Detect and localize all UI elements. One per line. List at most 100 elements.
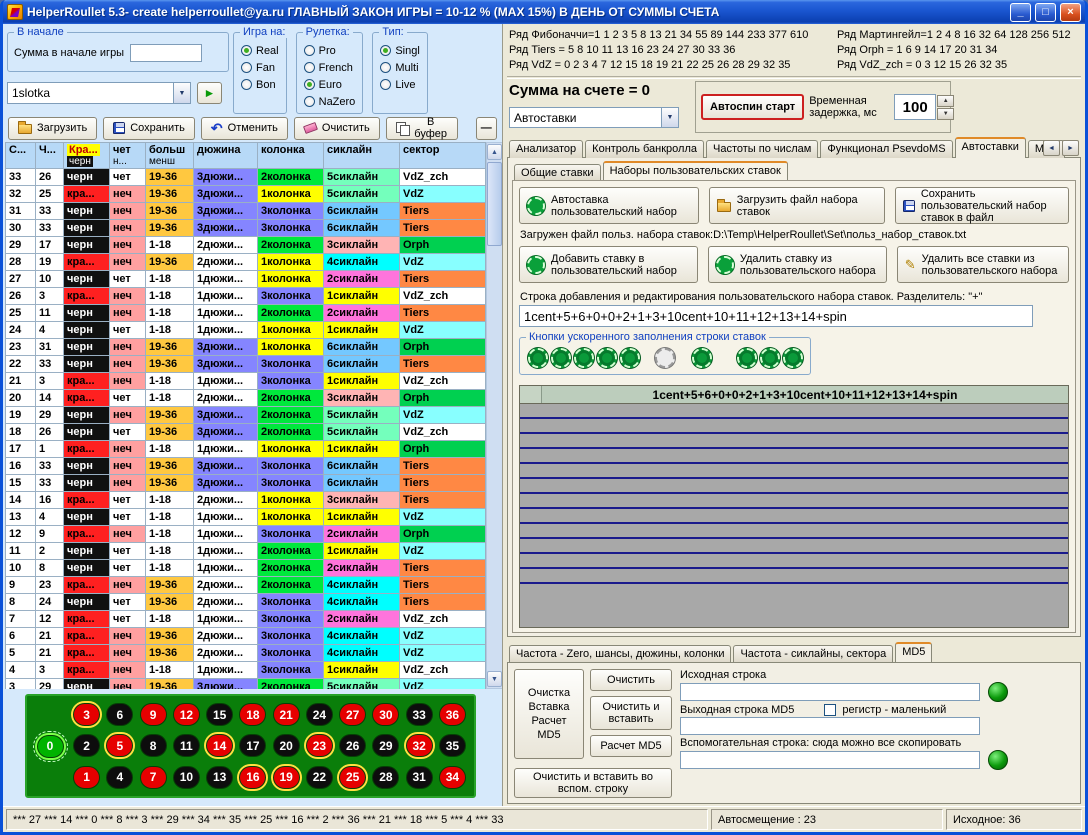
board-number-23[interactable]: 23 bbox=[306, 734, 333, 757]
action-button[interactable]: Сохранить пользовательский набор ставок … bbox=[895, 187, 1069, 224]
play-button[interactable]: ► bbox=[197, 82, 222, 104]
chip-button[interactable] bbox=[692, 348, 712, 368]
table-row[interactable]: 2511черннеч1-181дюжи...2колонка2сиклайнT… bbox=[6, 305, 486, 322]
table-row[interactable]: 1633черннеч19-363дюжи...3колонка6сиклайн… bbox=[6, 458, 486, 475]
main-tab[interactable]: Автоставки bbox=[955, 137, 1026, 158]
chip-button[interactable] bbox=[574, 348, 594, 368]
board-number-30[interactable]: 30 bbox=[372, 703, 399, 726]
radio-option[interactable]: Singl bbox=[380, 42, 419, 59]
column-header[interactable]: сиклайн bbox=[324, 143, 400, 169]
board-number-17[interactable]: 17 bbox=[239, 734, 266, 757]
column-header[interactable]: Кра...черн bbox=[64, 143, 110, 169]
table-row[interactable]: 2014кра...чет1-182дюжи...2колонка3сиклай… bbox=[6, 390, 486, 407]
board-number-20[interactable]: 20 bbox=[273, 734, 300, 757]
chip-button[interactable] bbox=[597, 348, 617, 368]
board-number-7[interactable]: 7 bbox=[140, 766, 167, 789]
scroll-up-icon[interactable]: ▲ bbox=[487, 144, 502, 160]
table-row[interactable]: 171кра...неч1-181дюжи...1колонка1сиклайн… bbox=[6, 441, 486, 458]
chip-button[interactable] bbox=[620, 348, 640, 368]
radio-option[interactable]: Fan bbox=[241, 59, 279, 76]
board-number-2[interactable]: 2 bbox=[73, 734, 100, 757]
board-number-21[interactable]: 21 bbox=[273, 703, 300, 726]
action-button[interactable]: Автоставка пользовательский набор bbox=[519, 187, 699, 224]
column-header[interactable]: Ч... bbox=[36, 143, 64, 169]
board-number-26[interactable]: 26 bbox=[339, 734, 366, 757]
action-button[interactable]: ✎Удалить все ставки из пользовательского… bbox=[897, 246, 1069, 283]
maximize-button[interactable]: □ bbox=[1035, 3, 1056, 22]
table-row[interactable]: 129кра...неч1-181дюжи...3колонка2сиклайн… bbox=[6, 526, 486, 543]
md5-aux-action-button[interactable] bbox=[988, 750, 1008, 770]
board-number-18[interactable]: 18 bbox=[239, 703, 266, 726]
table-row[interactable]: 108чернчет1-181дюжи...2колонка2сиклайнTi… bbox=[6, 560, 486, 577]
table-row[interactable]: 621кра...неч19-362дюжи...3колонка4сиклай… bbox=[6, 628, 486, 645]
radio-option[interactable]: Real bbox=[241, 42, 279, 59]
md5-calc-button[interactable]: Расчет MD5 bbox=[590, 735, 672, 757]
tab-scroll-right-icon[interactable]: ► bbox=[1062, 140, 1079, 156]
board-number-12[interactable]: 12 bbox=[173, 703, 200, 726]
board-number-8[interactable]: 8 bbox=[140, 734, 167, 757]
main-tab[interactable]: Частоты по числам bbox=[706, 140, 818, 158]
radio-option[interactable]: NaZero bbox=[304, 93, 356, 110]
dropdown-arrow-icon[interactable]: ▼ bbox=[173, 83, 190, 103]
md5-lowercase-checkbox[interactable] bbox=[824, 704, 836, 716]
table-row[interactable]: 923кра...неч19-362дюжи...2колонка4сиклай… bbox=[6, 577, 486, 594]
radio-option[interactable]: Bon bbox=[241, 76, 279, 93]
delay-input[interactable] bbox=[894, 94, 936, 120]
table-row[interactable]: 3033черннеч19-363дюжи...3колонка6сиклайн… bbox=[6, 220, 486, 237]
table-row[interactable]: 3326чернчет19-363дюжи...2колонка5сиклайн… bbox=[6, 169, 486, 186]
table-row[interactable]: 134чернчет1-181дюжи...1колонка1сиклайнVd… bbox=[6, 509, 486, 526]
table-row[interactable]: 3133черннеч19-363дюжи...3колонка6сиклайн… bbox=[6, 203, 486, 220]
toolbar-button[interactable]: ↶Отменить bbox=[201, 117, 288, 140]
table-row[interactable]: 263кра...неч1-181дюжи...3колонка1сиклайн… bbox=[6, 288, 486, 305]
board-number-32[interactable]: 32 bbox=[406, 734, 433, 757]
action-button[interactable]: Удалить ставку из пользовательского набо… bbox=[708, 246, 887, 283]
table-row[interactable]: 2233черннеч19-363дюжи...3колонка6сиклайн… bbox=[6, 356, 486, 373]
chip-button[interactable] bbox=[737, 348, 757, 368]
table-row[interactable]: 824чернчет19-362дюжи...3колонка4сиклайнT… bbox=[6, 594, 486, 611]
board-number-22[interactable]: 22 bbox=[306, 766, 333, 789]
title-bar[interactable]: HelperRoullet 5.3- create helperroullet@… bbox=[3, 0, 1085, 24]
column-header[interactable]: сектор bbox=[400, 143, 486, 169]
table-row[interactable]: 112чернчет1-181дюжи...2колонка1сиклайнVd… bbox=[6, 543, 486, 560]
start-sum-input[interactable] bbox=[130, 44, 202, 62]
board-number-9[interactable]: 9 bbox=[140, 703, 167, 726]
chip-button[interactable] bbox=[783, 348, 803, 368]
board-number-35[interactable]: 35 bbox=[439, 734, 466, 757]
column-header[interactable]: колонка bbox=[258, 143, 324, 169]
dropdown-arrow-icon[interactable]: ▼ bbox=[661, 108, 678, 127]
table-row[interactable]: 3225кра...неч19-363дюжи...1колонка5сикла… bbox=[6, 186, 486, 203]
board-number-27[interactable]: 27 bbox=[339, 703, 366, 726]
scrollbar-thumb[interactable] bbox=[487, 162, 502, 246]
table-row[interactable]: 2819кра...неч19-362дюжи...1колонка4сикла… bbox=[6, 254, 486, 271]
table-row[interactable]: 1533черннеч19-363дюжи...3колонка6сиклайн… bbox=[6, 475, 486, 492]
freq-tab[interactable]: Частота - Zero, шансы, дюжины, колонки bbox=[509, 645, 731, 663]
board-number-15[interactable]: 15 bbox=[206, 703, 233, 726]
toolbar-button[interactable]: В буфер bbox=[386, 117, 458, 140]
table-row[interactable]: 244чернчет1-181дюжи...1колонка1сиклайнVd… bbox=[6, 322, 486, 339]
column-header[interactable]: четн... bbox=[110, 143, 146, 169]
board-number-28[interactable]: 28 bbox=[372, 766, 399, 789]
freq-tab[interactable]: Частота - сиклайны, сектора bbox=[733, 645, 893, 663]
spinner-down-icon[interactable]: ▼ bbox=[937, 108, 954, 120]
table-row[interactable]: 1826чернчет19-363дюжи...2колонка5сиклайн… bbox=[6, 424, 486, 441]
scroll-down-icon[interactable]: ▼ bbox=[487, 671, 502, 687]
board-number-5[interactable]: 5 bbox=[106, 734, 133, 757]
tab-scroll-left-icon[interactable]: ◄ bbox=[1043, 140, 1060, 156]
table-row[interactable]: 43кра...неч1-181дюжи...3колонка1сиклайнV… bbox=[6, 662, 486, 679]
md5-clear-button[interactable]: Очистить bbox=[590, 669, 672, 691]
table-scrollbar[interactable]: ▲ ▼ bbox=[486, 142, 502, 689]
board-number-31[interactable]: 31 bbox=[406, 766, 433, 789]
collapse-button[interactable]: — bbox=[476, 117, 497, 140]
slot-combo[interactable]: 1slotka ▼ bbox=[7, 82, 191, 104]
chip-button[interactable] bbox=[551, 348, 571, 368]
table-row[interactable]: 329черннеч19-363дюжи...2колонка5сиклайнV… bbox=[6, 679, 486, 690]
md5-source-input[interactable] bbox=[680, 683, 980, 701]
board-number-25[interactable]: 25 bbox=[339, 766, 366, 789]
board-number-3[interactable]: 3 bbox=[73, 703, 100, 726]
table-row[interactable]: 521кра...неч19-362дюжи...3колонка4сиклай… bbox=[6, 645, 486, 662]
close-button[interactable]: × bbox=[1060, 3, 1081, 22]
column-header[interactable]: большменш bbox=[146, 143, 194, 169]
board-number-34[interactable]: 34 bbox=[439, 766, 466, 789]
table-row[interactable]: 2917черннеч1-182дюжи...2колонка3сиклайнO… bbox=[6, 237, 486, 254]
radio-option[interactable]: Euro bbox=[304, 76, 356, 93]
